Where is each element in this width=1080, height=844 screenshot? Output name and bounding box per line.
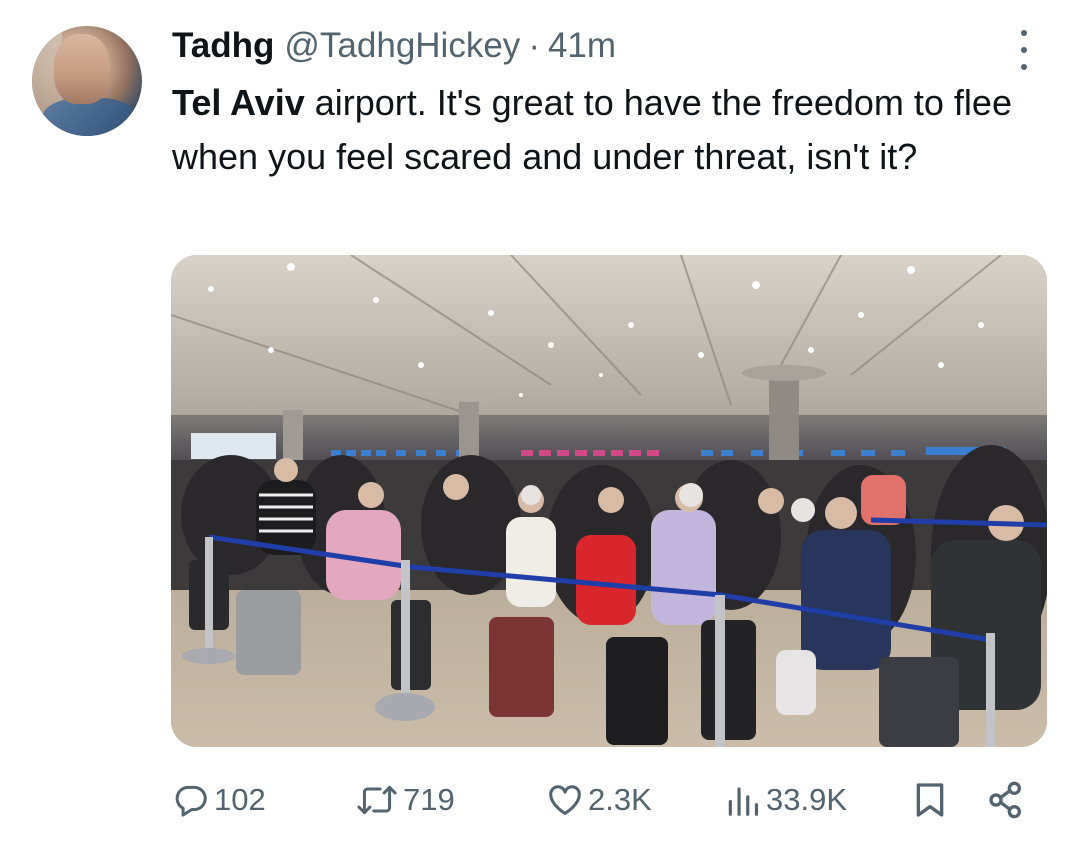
like-count: 2.3K <box>588 782 652 817</box>
like-button[interactable]: 2.3K <box>546 778 652 822</box>
avatar[interactable] <box>32 26 142 136</box>
tweet-header: Tadhg @TadhgHickey · 41m <box>172 24 616 68</box>
share-icon <box>986 780 1026 820</box>
more-dot <box>1021 47 1027 53</box>
views-count: 33.9K <box>766 782 848 817</box>
views-button[interactable]: 33.9K <box>724 778 847 822</box>
reply-button[interactable]: 102 <box>172 778 266 822</box>
retweet-count: 719 <box>403 782 455 817</box>
display-name[interactable]: Tadhg <box>172 26 274 66</box>
tweet-text: Tel Aviv airport. It's great to have the… <box>172 76 1052 184</box>
tweet-text-bold[interactable]: Tel Aviv <box>172 82 305 123</box>
more-dot <box>1021 64 1027 70</box>
tweet-photo[interactable] <box>171 255 1047 747</box>
more-options-icon[interactable] <box>1012 30 1036 70</box>
tweet-action-bar: 102 719 2.3K 33.9K <box>0 770 1080 830</box>
retweet-arrows-icon <box>355 781 399 819</box>
reply-count: 102 <box>214 782 266 817</box>
bookmark-button[interactable] <box>910 778 950 822</box>
more-dot <box>1021 30 1027 36</box>
retweet-button[interactable]: 719 <box>355 778 455 822</box>
heart-icon <box>546 781 584 819</box>
timestamp[interactable]: 41m <box>548 26 616 66</box>
separator-dot: · <box>528 26 540 65</box>
avatar-head <box>54 34 110 104</box>
bookmark-icon <box>910 780 950 820</box>
speech-bubble-icon <box>172 781 210 819</box>
bar-chart-icon <box>724 781 762 819</box>
share-button[interactable] <box>986 778 1026 822</box>
airport-photo-illustration <box>171 255 1047 747</box>
user-handle[interactable]: @TadhgHickey <box>284 26 520 66</box>
